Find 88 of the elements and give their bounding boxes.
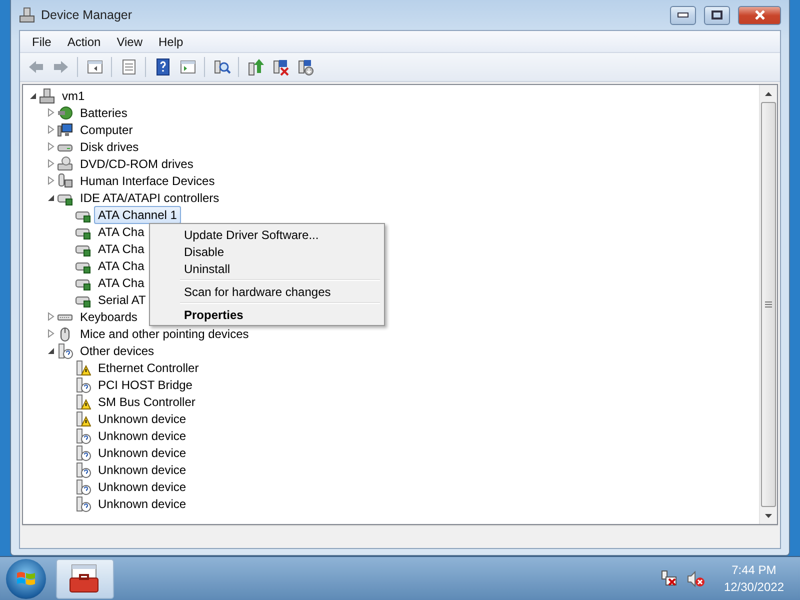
back-arrow-icon [26,58,44,76]
unknown-device-icon [75,376,91,392]
tree-item[interactable]: Unknown device [94,426,190,444]
tree-item[interactable]: Unknown device [94,494,190,512]
pane-icon [178,58,196,76]
expand-arrow-icon[interactable] [47,176,55,185]
tree-item[interactable]: Disk drives [76,138,143,156]
start-button[interactable] [6,558,46,598]
menu-item[interactable]: View [108,34,150,48]
minimize-icon [677,12,689,18]
tree-item[interactable]: ATA Channel 1 [94,206,181,224]
unknown-device-icon [75,428,91,444]
tree-item[interactable]: Mice and other pointing devices [76,324,253,342]
tree-item[interactable]: SM Bus Controller [94,392,200,410]
maximize-icon [711,10,723,20]
menu-item[interactable]: Update Driver Software... [152,226,382,243]
menu-item[interactable]: Properties [152,306,382,323]
vertical-scrollbar[interactable] [759,85,777,524]
scroll-up-arrow-icon[interactable] [765,92,772,96]
windows-flag-icon [16,570,36,588]
collapse-arrow-icon[interactable] [47,194,55,202]
expand-arrow-icon[interactable] [47,125,55,134]
clock-time: 7:44 PM [732,562,776,578]
close-button[interactable] [738,6,781,24]
tree-item[interactable]: ATA Cha [94,274,148,292]
warning-device-icon [75,360,91,376]
menu-item[interactable]: Help [150,34,192,48]
uninstall-icon [272,58,290,76]
tree-item[interactable]: vm1 [58,86,89,104]
taskbar-app-button[interactable] [56,558,114,598]
unknown-device-icon [75,478,91,494]
pane-icon [86,58,104,76]
expand-arrow-icon[interactable] [47,108,55,117]
tree-item[interactable]: Unknown device [94,410,190,428]
help-icon [154,58,172,76]
battery-icon [57,104,73,120]
expand-arrow-icon[interactable] [47,312,55,321]
collapse-arrow-icon[interactable] [29,92,37,100]
collapse-arrow-icon[interactable] [47,346,55,354]
disable-device-icon [296,58,314,76]
maximize-button[interactable] [704,6,730,24]
computer-icon [39,88,55,104]
menu-item[interactable]: Action [59,34,109,48]
tree-item[interactable]: Serial AT [94,290,150,308]
minimize-button[interactable] [670,6,696,24]
input-device-icon [57,172,73,188]
tree-item[interactable]: Computer [76,120,137,138]
expand-arrow-icon[interactable] [47,329,55,338]
forward-arrow-icon [52,58,70,76]
menu-item[interactable]: Scan for hardware changes [152,283,382,300]
menu-item[interactable]: Uninstall [152,260,382,277]
tree-item[interactable]: ATA Cha [94,240,148,258]
tree-item[interactable]: Unknown device [94,444,190,462]
close-icon [754,10,766,20]
document-icon [120,58,138,76]
warning-device-icon [75,394,91,410]
menu-item[interactable]: Disable [152,243,382,260]
warning-device-icon [75,410,91,426]
optical-drive-icon [57,156,73,172]
menu-item[interactable]: File [24,34,60,48]
unknown-device-icon [57,342,73,358]
network-disconnected-icon[interactable] [660,570,678,588]
expand-arrow-icon[interactable] [47,159,55,168]
unknown-device-icon [75,462,91,478]
tree-item[interactable]: ATA Cha [94,222,148,240]
tree-item[interactable]: PCI HOST Bridge [94,376,196,394]
speaker-muted-icon[interactable] [686,570,706,588]
unknown-device-icon [75,444,91,460]
tree-item[interactable]: Unknown device [94,460,190,478]
computer-icon [19,7,35,23]
tree-item[interactable]: Ethernet Controller [94,358,203,376]
tree-item[interactable]: Keyboards [76,308,142,326]
scroll-down-arrow-icon[interactable] [765,514,772,518]
tree-item[interactable]: Unknown device [94,478,190,496]
tree-item[interactable]: Batteries [76,104,132,122]
grip-icon [765,301,772,308]
tree-item[interactable]: Human Interface Devices [76,172,219,190]
tree-item[interactable]: IDE ATA/ATAPI controllers [76,188,224,206]
tree-item[interactable]: Other devices [76,342,158,360]
tree-item[interactable]: ATA Cha [94,256,148,274]
scan-hardware-icon [212,58,230,76]
window-title: Device Manager [41,8,134,22]
monitor-icon [57,122,73,138]
update-driver-icon [246,58,264,76]
unknown-device-icon [75,496,91,512]
clock-date: 12/30/2022 [724,578,784,596]
tree-item[interactable]: DVD/CD-ROM drives [76,154,198,172]
expand-arrow-icon[interactable] [47,142,55,151]
